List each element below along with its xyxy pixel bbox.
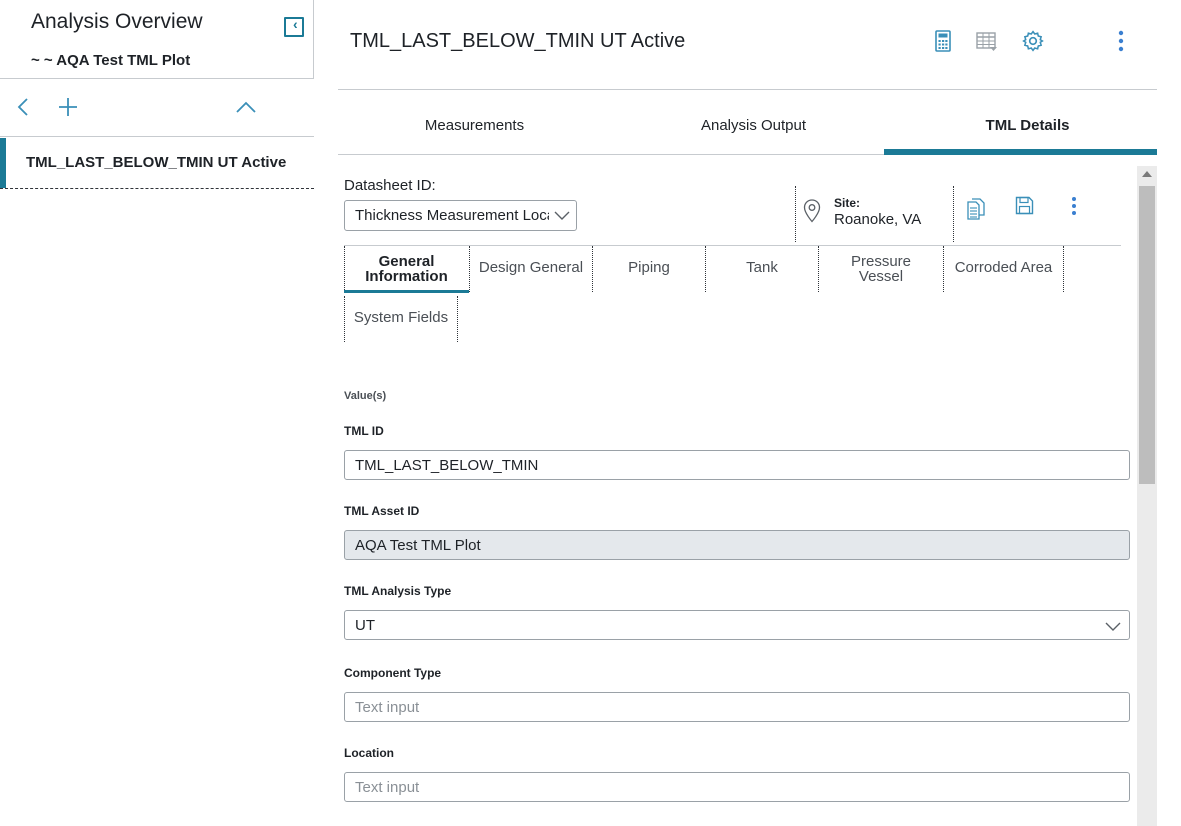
tab-analysis-output[interactable]: Analysis Output — [617, 117, 890, 134]
sub-tab-separator — [1063, 246, 1064, 292]
datasheet-select[interactable]: Thickness Measurement Location — [344, 200, 577, 231]
subtab-general-information[interactable]: General Information — [344, 254, 469, 284]
location-label: Location — [344, 746, 394, 760]
datasheet-select-value: Thickness Measurement Location — [355, 207, 549, 224]
sub-tab-separator — [457, 296, 458, 342]
scroll-up-arrow-icon[interactable] — [1142, 171, 1152, 177]
active-subtab-indicator — [344, 290, 469, 293]
actions-divider — [953, 186, 954, 242]
subtab-system-fields[interactable]: System Fields — [345, 310, 457, 325]
tml-analysis-type-label: TML Analysis Type — [344, 584, 452, 598]
tml-id-field[interactable]: TML_LAST_BELOW_TMIN — [344, 450, 1130, 480]
subtab-design-general[interactable]: Design General — [470, 260, 592, 275]
tml-id-label: TML ID — [344, 424, 384, 438]
save-icon[interactable] — [1015, 196, 1034, 215]
subtab-pressure-vessel[interactable]: Pressure Vessel — [819, 254, 943, 284]
copy-document-icon[interactable] — [966, 198, 986, 220]
analysis-overview-subtitle: ~ ~ AQA Test TML Plot — [31, 52, 191, 69]
location-field[interactable]: Text input — [344, 772, 1130, 802]
datasheet-kebab-menu-icon[interactable] — [1068, 196, 1080, 216]
tml-asset-id-label: TML Asset ID — [344, 504, 420, 518]
location-placeholder: Text input — [355, 779, 420, 796]
active-item-accent — [0, 138, 6, 188]
tml-analysis-type-select[interactable]: UT — [344, 610, 1130, 640]
tml-analysis-type-value: UT — [355, 617, 375, 634]
subtab-corroded-area[interactable]: Corroded Area — [944, 260, 1063, 275]
tml-id-value: TML_LAST_BELOW_TMIN — [355, 457, 539, 474]
component-type-placeholder: Text input — [355, 699, 420, 716]
subtab-tank[interactable]: Tank — [706, 260, 818, 275]
datasheet-divider — [344, 245, 1121, 246]
back-chevron-left-icon[interactable] — [16, 98, 30, 116]
sidebar-item-tml[interactable]: TML_LAST_BELOW_TMIN UT Active — [0, 138, 314, 189]
left-panel: Analysis Overview ~ ~ AQA Test TML Plot … — [0, 0, 314, 826]
datasheet-id-label: Datasheet ID: — [344, 177, 436, 194]
site-value: Roanoke, VA — [834, 211, 922, 228]
collapse-chevron-up-icon[interactable] — [236, 101, 256, 113]
location-pin-icon — [803, 199, 821, 223]
component-type-field[interactable]: Text input — [344, 692, 1130, 722]
site-divider — [795, 186, 796, 242]
scrollbar-thumb[interactable] — [1139, 186, 1155, 484]
tab-tml-details[interactable]: TML Details — [884, 117, 1171, 134]
analysis-overview-header: Analysis Overview ~ ~ AQA Test TML Plot … — [0, 0, 314, 79]
tml-asset-id-value: AQA Test TML Plot — [355, 537, 481, 554]
add-plus-icon[interactable] — [59, 98, 77, 116]
site-label: Site: — [834, 196, 861, 210]
component-type-label: Component Type — [344, 666, 442, 680]
subtab-piping[interactable]: Piping — [593, 260, 705, 275]
tab-measurements[interactable]: Measurements — [338, 117, 611, 134]
left-toolbar — [0, 90, 314, 137]
analysis-overview-title: Analysis Overview — [31, 10, 203, 33]
header-divider — [338, 89, 1157, 90]
chevron-left-icon: ‹ — [293, 16, 298, 32]
chevron-down-icon — [554, 211, 570, 220]
gear-icon[interactable] — [1022, 30, 1044, 52]
sidebar-item-label: TML_LAST_BELOW_TMIN UT Active — [26, 154, 287, 171]
page-title: TML_LAST_BELOW_TMIN UT Active — [350, 30, 686, 52]
active-tab-indicator — [884, 149, 1157, 155]
calculator-icon[interactable] — [932, 30, 954, 52]
tml-asset-id-field: AQA Test TML Plot — [344, 530, 1130, 560]
kebab-menu-icon[interactable] — [1110, 30, 1132, 52]
collapse-panel-button[interactable]: ‹ — [284, 16, 304, 37]
table-icon[interactable] — [976, 30, 998, 52]
values-section-label: Value(s) — [344, 390, 387, 402]
chevron-down-icon — [1105, 622, 1121, 631]
